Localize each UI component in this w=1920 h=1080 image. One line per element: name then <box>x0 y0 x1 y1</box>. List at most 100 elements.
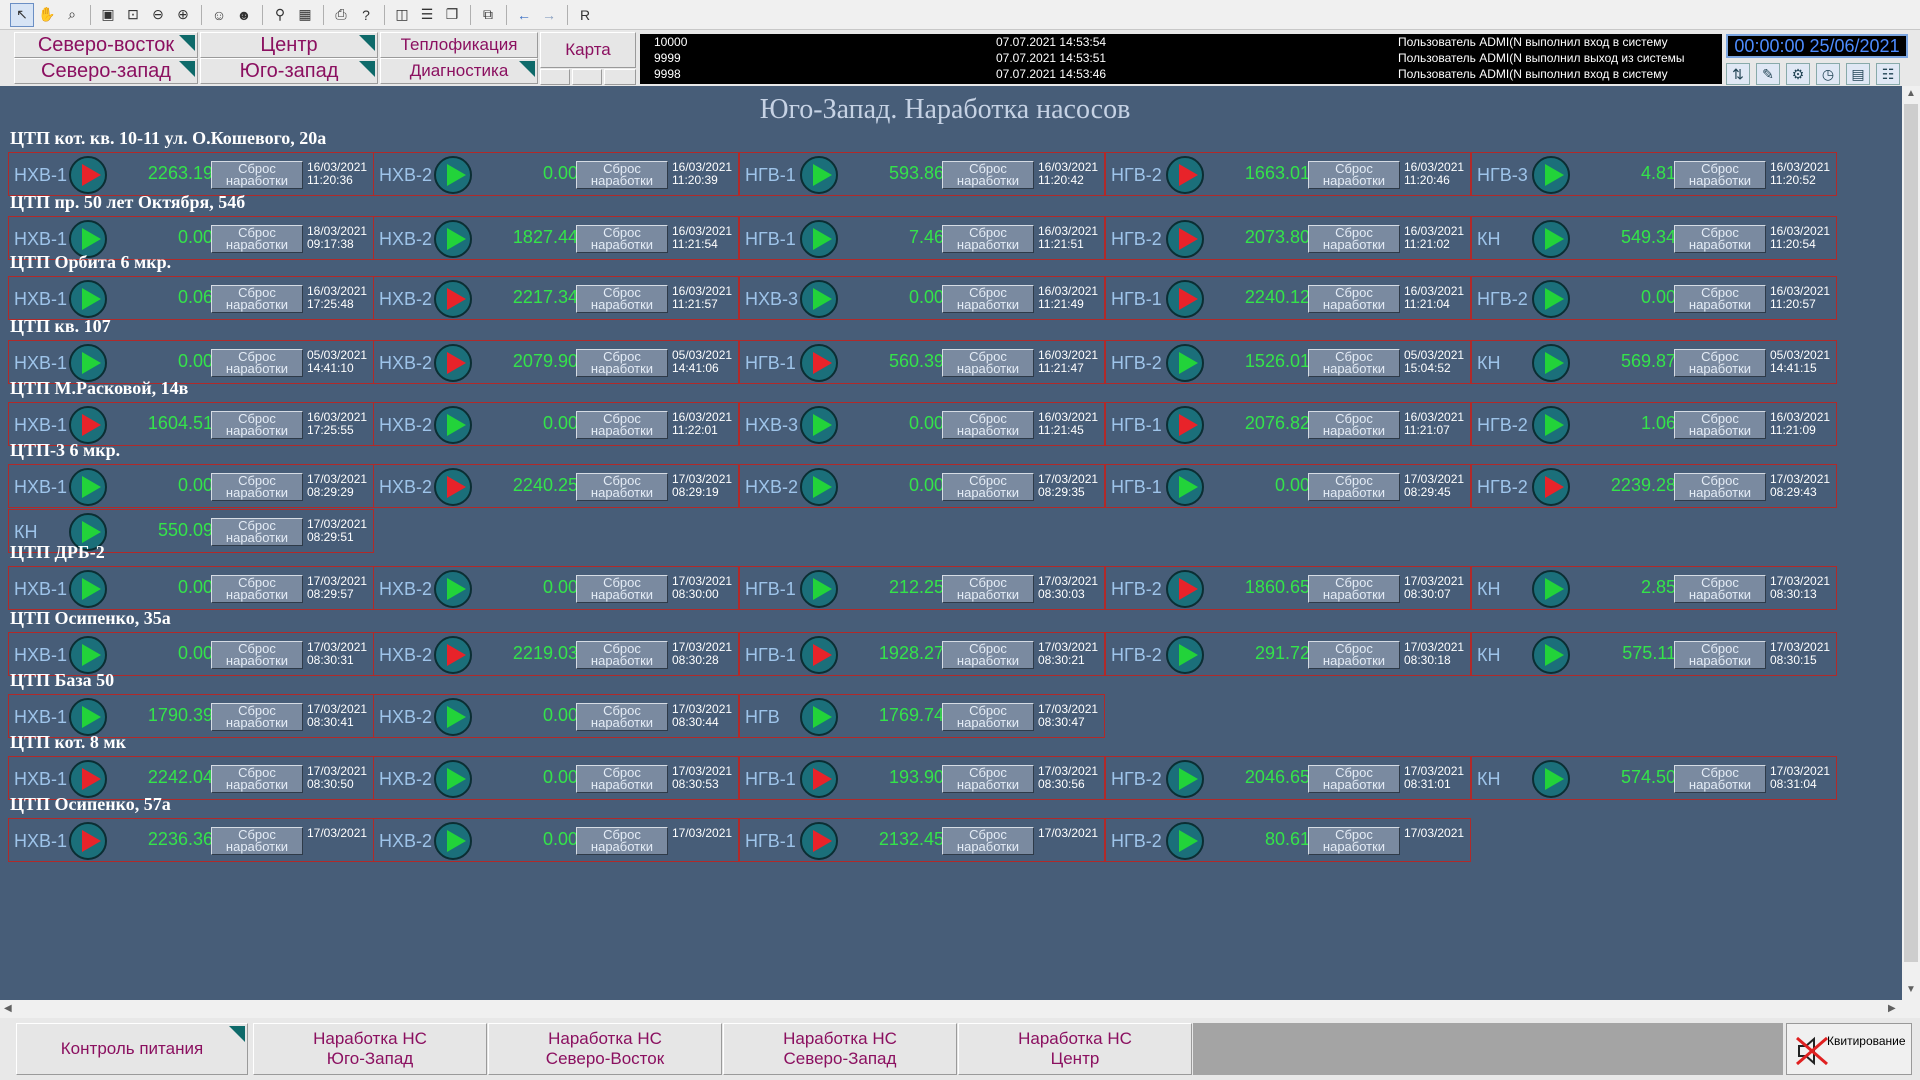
reset-runtime-button[interactable]: Сброс наработки <box>1674 349 1766 377</box>
acknowledge-button[interactable]: Квитирование <box>1786 1023 1912 1075</box>
pump-state-icon[interactable] <box>1532 220 1570 258</box>
nav-heating-button[interactable]: Теплофикация <box>380 32 538 58</box>
reset-runtime-button[interactable]: Сброс наработки <box>211 473 303 501</box>
pump-state-icon[interactable] <box>1166 344 1204 382</box>
reset-runtime-button[interactable]: Сброс наработки <box>576 765 668 793</box>
reset-runtime-button[interactable]: Сброс наработки <box>942 827 1034 855</box>
pump-state-icon[interactable] <box>1532 760 1570 798</box>
binoculars-icon[interactable]: ⚲ <box>268 3 292 27</box>
window-split-horizontal-icon[interactable]: ☰ <box>415 3 439 27</box>
pump-state-icon[interactable] <box>800 636 838 674</box>
reset-runtime-button[interactable]: Сброс наработки <box>1308 411 1400 439</box>
pump-state-icon[interactable] <box>434 344 472 382</box>
reset-runtime-button[interactable]: Сброс наработки <box>576 285 668 313</box>
user-edit-icon[interactable]: ☻ <box>232 3 256 27</box>
reset-runtime-button[interactable]: Сброс наработки <box>211 641 303 669</box>
reset-runtime-button[interactable]: Сброс наработки <box>576 473 668 501</box>
hand-icon[interactable]: ✋ <box>35 3 59 27</box>
pump-state-icon[interactable] <box>434 760 472 798</box>
pump-state-icon[interactable] <box>434 406 472 444</box>
reset-runtime-button[interactable]: Сброс наработки <box>211 411 303 439</box>
pump-state-icon[interactable] <box>69 344 107 382</box>
reset-runtime-button[interactable]: Сброс наработки <box>1308 827 1400 855</box>
pump-state-icon[interactable] <box>434 570 472 608</box>
pump-state-icon[interactable] <box>69 468 107 506</box>
pump-state-icon[interactable] <box>1532 468 1570 506</box>
help-icon[interactable]: ? <box>354 3 378 27</box>
reset-runtime-button[interactable]: Сброс наработки <box>1308 575 1400 603</box>
pump-state-icon[interactable] <box>1166 636 1204 674</box>
pointer-icon[interactable]: ↖ <box>10 2 34 27</box>
pump-state-icon[interactable] <box>800 220 838 258</box>
forward-arrow-icon[interactable]: → <box>537 3 561 27</box>
reset-runtime-button[interactable]: Сброс наработки <box>942 765 1034 793</box>
pump-state-icon[interactable] <box>800 698 838 736</box>
pump-state-icon[interactable] <box>1166 220 1204 258</box>
reset-runtime-button[interactable]: Сброс наработки <box>1674 473 1766 501</box>
pump-state-icon[interactable] <box>434 822 472 860</box>
magnifier-icon[interactable]: ⌕ <box>60 3 84 27</box>
reset-runtime-button[interactable]: Сброс наработки <box>942 349 1034 377</box>
reset-runtime-button[interactable]: Сброс наработки <box>576 703 668 731</box>
vertical-scrollbar[interactable]: ▲ ▼ <box>1902 86 1920 1000</box>
pump-state-icon[interactable] <box>69 822 107 860</box>
pump-state-icon[interactable] <box>800 406 838 444</box>
reset-runtime-button[interactable]: Сброс наработки <box>211 703 303 731</box>
tab-northwest[interactable]: Наработка НС Северо-Запад <box>723 1023 957 1075</box>
r-button[interactable]: R <box>573 3 597 27</box>
users-icon[interactable]: ☺ <box>207 3 231 27</box>
calculator-icon[interactable]: ▦ <box>293 3 317 27</box>
tab-northeast[interactable]: Наработка НС Северо-Восток <box>488 1023 722 1075</box>
pump-state-icon[interactable] <box>434 156 472 194</box>
pump-state-icon[interactable] <box>69 406 107 444</box>
vertical-scroll-thumb[interactable] <box>1904 104 1918 962</box>
pump-state-icon[interactable] <box>434 698 472 736</box>
reset-runtime-button[interactable]: Сброс наработки <box>942 575 1034 603</box>
reset-runtime-button[interactable]: Сброс наработки <box>1308 285 1400 313</box>
map-subbutton[interactable] <box>540 69 570 85</box>
reset-runtime-button[interactable]: Сброс наработки <box>942 161 1034 189</box>
pump-state-icon[interactable] <box>69 280 107 318</box>
reset-runtime-button[interactable]: Сброс наработки <box>1674 411 1766 439</box>
pump-state-icon[interactable] <box>69 760 107 798</box>
window-switch-icon[interactable]: ⧉ <box>476 3 500 27</box>
pump-state-icon[interactable] <box>1532 156 1570 194</box>
window-cascade-icon[interactable]: ❐ <box>440 3 464 27</box>
pump-state-icon[interactable] <box>69 698 107 736</box>
window-split-vertical-icon[interactable]: ◫ <box>390 3 414 27</box>
pump-state-icon[interactable] <box>1532 344 1570 382</box>
clock-icon[interactable]: ◷ <box>1816 63 1840 85</box>
event-log[interactable]: 10000 07.07.2021 14:53:54 Пользователь A… <box>640 34 1722 84</box>
fit-page-icon[interactable]: ▣ <box>96 3 120 27</box>
nav-map-button[interactable]: Карта <box>540 32 636 68</box>
pump-state-icon[interactable] <box>434 468 472 506</box>
pump-state-icon[interactable] <box>800 570 838 608</box>
reset-runtime-button[interactable]: Сброс наработки <box>211 575 303 603</box>
pump-state-icon[interactable] <box>1532 636 1570 674</box>
reset-runtime-button[interactable]: Сброс наработки <box>1674 285 1766 313</box>
pump-state-icon[interactable] <box>1166 156 1204 194</box>
reset-runtime-button[interactable]: Сброс наработки <box>576 827 668 855</box>
settings-panel-icon[interactable]: ☷ <box>1876 63 1900 85</box>
reset-runtime-button[interactable]: Сброс наработки <box>576 641 668 669</box>
reset-runtime-button[interactable]: Сброс наработки <box>1308 349 1400 377</box>
pump-state-icon[interactable] <box>1166 570 1204 608</box>
reset-runtime-button[interactable]: Сброс наработки <box>1674 765 1766 793</box>
reset-runtime-button[interactable]: Сброс наработки <box>211 349 303 377</box>
gear-icon[interactable]: ⚙ <box>1786 63 1810 85</box>
reset-runtime-button[interactable]: Сброс наработки <box>942 473 1034 501</box>
reset-runtime-button[interactable]: Сброс наработки <box>211 518 303 546</box>
map-subbutton[interactable] <box>572 69 602 85</box>
reset-runtime-button[interactable]: Сброс наработки <box>211 285 303 313</box>
reset-runtime-button[interactable]: Сброс наработки <box>942 703 1034 731</box>
reset-runtime-button[interactable]: Сброс наработки <box>942 285 1034 313</box>
pump-state-icon[interactable] <box>1166 468 1204 506</box>
pump-state-icon[interactable] <box>1532 406 1570 444</box>
reset-runtime-button[interactable]: Сброс наработки <box>1674 575 1766 603</box>
nav-diagnostics-button[interactable]: Диагностика <box>380 58 538 84</box>
reset-runtime-button[interactable]: Сброс наработки <box>576 161 668 189</box>
pump-state-icon[interactable] <box>434 220 472 258</box>
reset-runtime-button[interactable]: Сброс наработки <box>1674 225 1766 253</box>
reset-runtime-button[interactable]: Сброс наработки <box>942 641 1034 669</box>
print-icon[interactable]: ⎙ <box>329 3 353 27</box>
